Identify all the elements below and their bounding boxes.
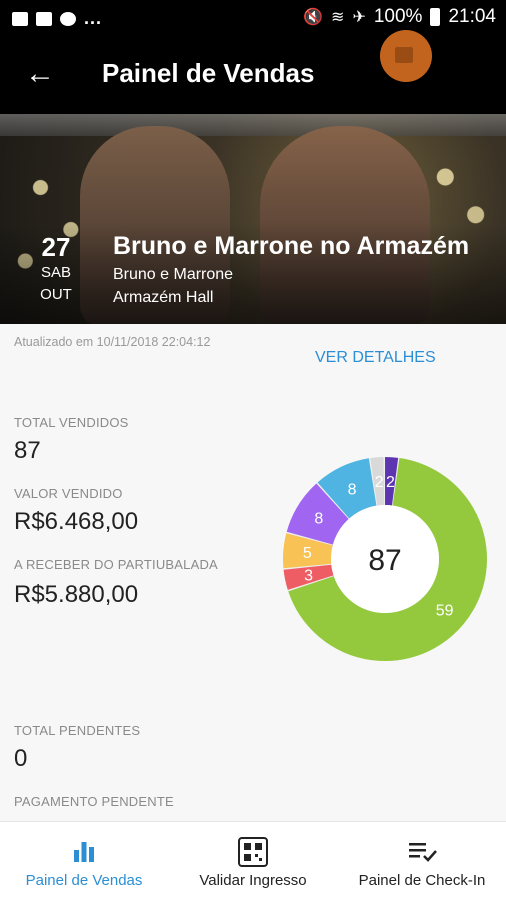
sales-donut-chart: 593588 2 287	[283, 457, 487, 661]
donut-slice-label: 5	[303, 545, 312, 562]
event-artist: Bruno e Marrone	[113, 266, 234, 283]
donut-slice-label: 2	[375, 474, 384, 491]
view-details-link[interactable]: VER DETALHES	[315, 349, 436, 367]
nav-label-checkin-panel: Painel de Check-In	[358, 872, 486, 889]
receivable-value: R$5.880,00	[14, 581, 139, 608]
checklist-icon	[409, 843, 437, 862]
clock: 21:04	[448, 6, 496, 27]
bar-chart-icon	[74, 842, 94, 862]
video-notification-icon	[36, 11, 52, 26]
banner-top-band	[0, 114, 506, 136]
nav-label-validate-ticket: Validar Ingresso	[199, 872, 307, 889]
image-notification-icon	[12, 11, 28, 26]
event-venue: Armazém Hall	[113, 289, 214, 306]
event-weekday: SAB	[40, 264, 71, 281]
pending-total-value: 0	[14, 745, 28, 772]
event-title: Bruno e Marrone no Armazém	[113, 232, 470, 260]
page-title: Painel de Vendas	[102, 58, 315, 88]
pending-total-label: TOTAL PENDENTES	[14, 723, 141, 738]
nav-label-sales-panel: Painel de Vendas	[25, 872, 143, 889]
donut-center-total: 87	[368, 544, 401, 577]
qr-code-icon	[238, 837, 268, 867]
system-icons: 🔇 ≋ ✈ 100% 21:04	[303, 6, 496, 28]
battery-icon	[430, 8, 441, 26]
last-updated-text: Atualizado em 10/11/2018 22:04:12	[14, 335, 211, 349]
receivable-label: A RECEBER DO PARTIUBALADA	[14, 557, 218, 572]
status-bar: ... 🔇 ≋ ✈ 100% 21:04	[0, 0, 506, 36]
bottom-navigation: Painel de Vendas Validar Ingresso Painel…	[0, 821, 506, 900]
nav-item-sales-panel[interactable]: Painel de Vendas	[0, 822, 168, 900]
screen-recorder-bubble-icon[interactable]	[380, 30, 432, 82]
amount-sold-value: R$6.468,00	[14, 508, 139, 535]
more-notifications-icon: ...	[84, 8, 103, 28]
battery-percentage: 100%	[373, 6, 423, 27]
airplane-icon: ✈	[352, 9, 366, 26]
mute-icon: 🔇	[303, 9, 324, 26]
app-bar: ← Painel de Vendas	[0, 30, 506, 114]
nav-item-validate-ticket[interactable]: Validar Ingresso	[168, 822, 338, 900]
donut-slice-label: 2	[386, 474, 395, 491]
nav-item-checkin-panel[interactable]: Painel de Check-In	[338, 822, 506, 900]
event-banner: 27 SAB OUT Bruno e Marrone no Armazém Br…	[0, 114, 506, 324]
amount-sold-label: VALOR VENDIDO	[14, 486, 123, 501]
sales-summary: Atualizado em 10/11/2018 22:04:12 VER DE…	[0, 324, 506, 821]
messenger-notification-icon	[60, 11, 76, 26]
back-arrow-icon[interactable]: ←	[22, 56, 58, 92]
notification-icons: ...	[12, 8, 102, 29]
donut-slice-label: 8	[314, 511, 323, 528]
wifi-icon: ≋	[331, 9, 345, 26]
total-sold-label: TOTAL VENDIDOS	[14, 415, 129, 430]
donut-slice-label: 3	[304, 568, 313, 585]
event-day: 27	[41, 232, 71, 262]
event-date: 27 SAB OUT	[26, 232, 86, 306]
total-sold-value: 87	[14, 437, 41, 464]
donut-slice-label: 8	[348, 481, 357, 498]
donut-slice-label: 59	[436, 602, 454, 619]
pending-payment-label: PAGAMENTO PENDENTE	[14, 794, 174, 809]
event-month: OUT	[40, 286, 72, 303]
